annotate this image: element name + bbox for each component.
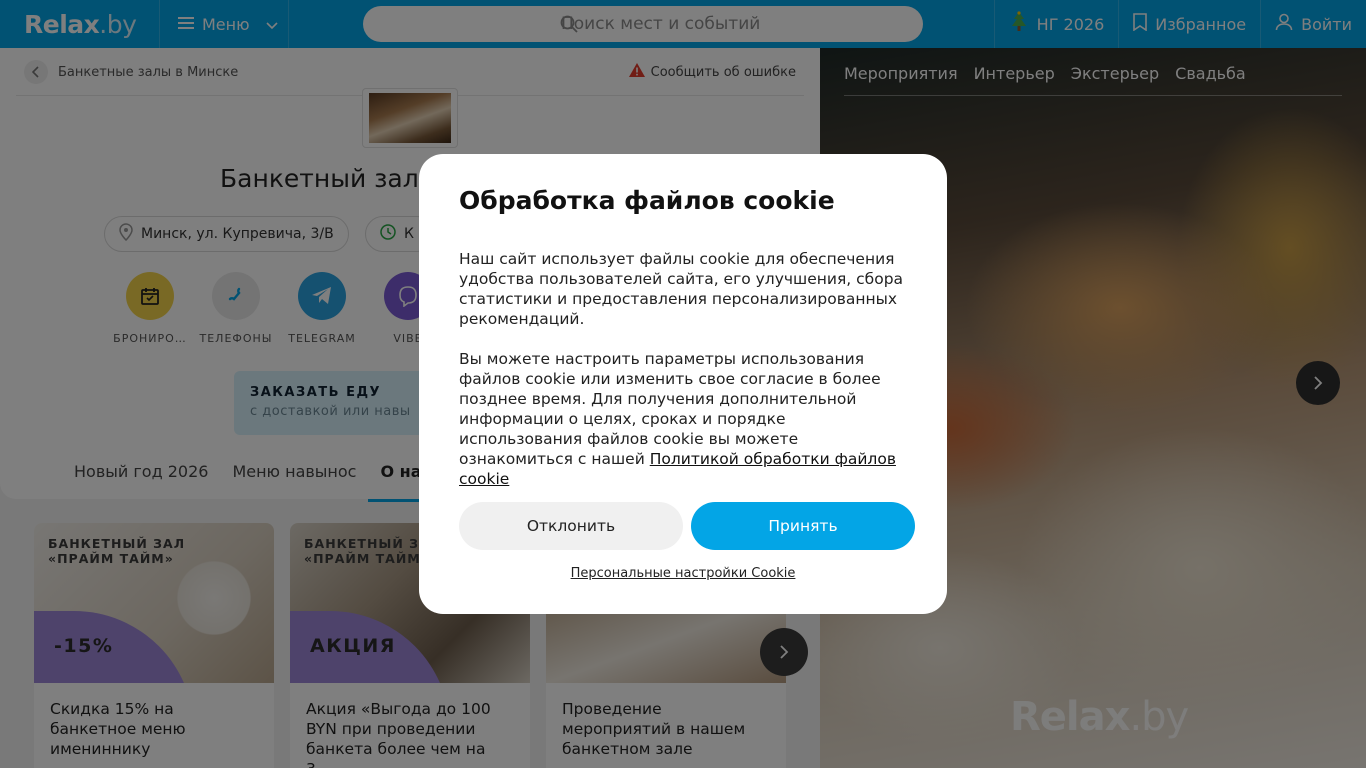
cookie-settings-link[interactable]: Персональные настройки Cookie — [419, 566, 947, 581]
cookie-paragraph-2: Вы можете настроить параметры использова… — [459, 349, 907, 489]
cookie-dialog: Обработка файлов cookie Наш сайт использ… — [419, 154, 947, 614]
cookie-dialog-title: Обработка файлов cookie — [459, 186, 835, 215]
accept-button[interactable]: Принять — [691, 502, 915, 550]
cookie-paragraph-1: Наш сайт использует файлы cookie для обе… — [459, 250, 904, 328]
cookie-buttons: Отклонить Принять — [459, 502, 915, 550]
decline-button[interactable]: Отклонить — [459, 502, 683, 550]
